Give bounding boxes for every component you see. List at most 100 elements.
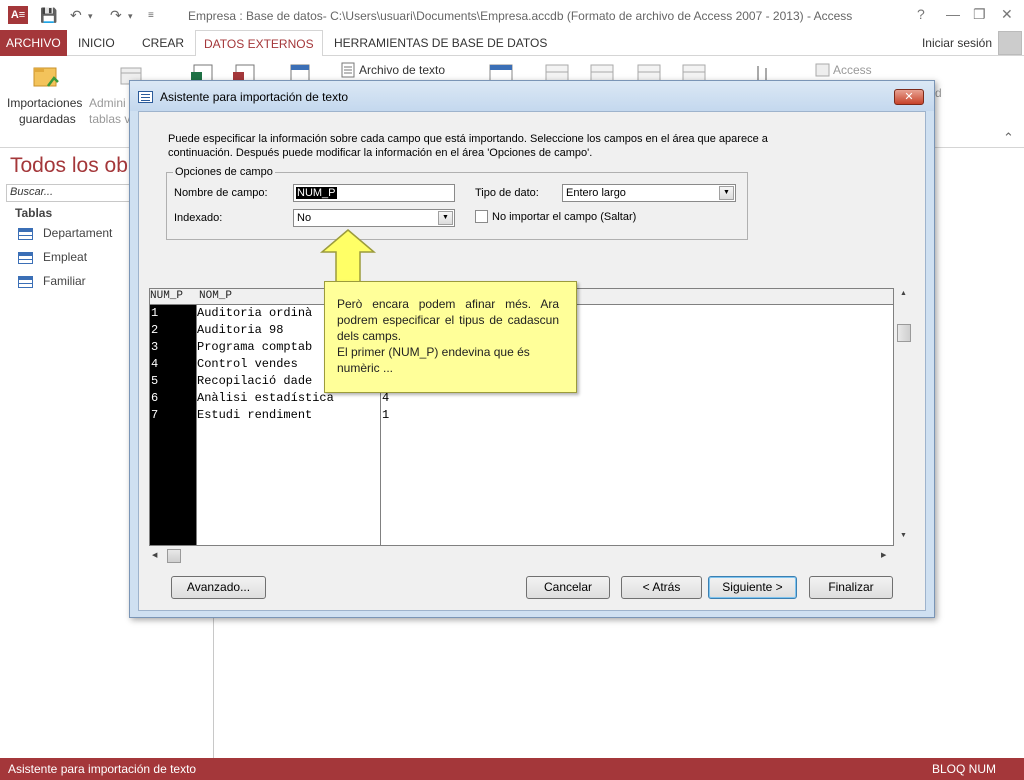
column-header-num-p[interactable]: NUM_P [150, 290, 183, 302]
scroll-thumb[interactable] [897, 324, 911, 342]
linked-table-manager-label-2: tablas v [89, 112, 131, 126]
cell-field3[interactable]: 1 [382, 407, 389, 424]
text-file-icon[interactable] [340, 62, 356, 78]
cell-num-p[interactable]: 2 [151, 322, 158, 339]
sign-in-link[interactable]: Iniciar sesión [922, 36, 992, 50]
dialog-title: Asistente para importación de texto [160, 90, 349, 104]
table-icon [18, 251, 33, 264]
indexed-select[interactable]: No ▼ [293, 209, 455, 227]
scroll-thumb[interactable] [167, 549, 181, 563]
cell-nom-p[interactable]: Auditoria 98 [197, 322, 283, 339]
callout-text: Però encara podem afinar més. Ara podrem… [337, 296, 559, 376]
cell-nom-p[interactable]: Recopilació dade [197, 373, 312, 390]
scroll-left-icon[interactable]: ◀ [152, 551, 157, 559]
skip-field-checkbox[interactable] [475, 210, 488, 223]
tab-external-data[interactable]: DATOS EXTERNOS [195, 30, 323, 57]
nav-item-label: Departament [43, 226, 113, 240]
cell-nom-p[interactable]: Programa comptab [197, 339, 312, 356]
nav-pane-title[interactable]: Todos los ob [10, 154, 128, 178]
nav-item-label: Empleat [43, 250, 88, 264]
access-export-icon [815, 63, 830, 77]
tab-home[interactable]: INICIO [70, 30, 123, 56]
avatar[interactable] [998, 31, 1022, 55]
field-options-legend: Opciones de campo [173, 166, 275, 178]
skip-field-label[interactable]: No importar el campo (Saltar) [492, 211, 636, 223]
cell-num-p[interactable]: 3 [151, 339, 158, 356]
back-button[interactable]: < Atrás [621, 576, 702, 599]
scroll-right-icon[interactable]: ▶ [881, 551, 886, 559]
cell-num-p[interactable]: 4 [151, 356, 158, 373]
saved-imports-icon[interactable] [32, 64, 60, 90]
redo-dropdown-icon[interactable]: ▾ [128, 11, 133, 22]
window-title: Empresa : Base de datos- C:\Users\usuari… [188, 9, 853, 23]
title-bar: A≡ 💾 ↶ ▾ ↷ ▾ ≡ Empresa : Base de datos- … [0, 0, 1024, 30]
table-icon [18, 275, 33, 288]
nav-item-label: Familiar [43, 274, 86, 288]
customize-toolbar-icon[interactable]: ≡ [148, 10, 154, 21]
help-button[interactable]: ? [917, 6, 925, 22]
preview-vertical-scrollbar[interactable]: ▲ ▼ [896, 290, 912, 548]
instructions: Puede especificar la información sobre c… [168, 132, 808, 160]
save-icon[interactable]: 💾 [40, 7, 57, 24]
indexed-value: No [297, 212, 312, 224]
indexed-label: Indexado: [174, 212, 223, 224]
instructions-line-2: continuación. Después puede modificar la… [168, 147, 593, 159]
num-lock-indicator: BLOQ NUM [931, 762, 996, 776]
minimize-button[interactable]: — [946, 6, 960, 22]
undo-dropdown-icon[interactable]: ▾ [88, 11, 93, 22]
tab-create[interactable]: CREAR [134, 30, 192, 56]
dialog-title-bar[interactable]: Asistente para importación de texto ✕ [130, 81, 934, 111]
cell-num-p[interactable]: 6 [151, 390, 158, 407]
field-options-group: Opciones de campo Nombre de campo: NUM_P… [166, 166, 748, 240]
chevron-down-icon[interactable]: ▼ [438, 211, 453, 225]
cell-nom-p[interactable]: Estudi rendiment [197, 407, 312, 424]
nav-group-tables[interactable]: Tablas [15, 206, 52, 220]
callout-arrow-up-icon [319, 229, 377, 284]
saved-imports-label-2[interactable]: guardadas [19, 112, 76, 127]
cell-nom-p[interactable]: Auditoria ordinà [197, 305, 312, 322]
cell-num-p[interactable]: 5 [151, 373, 158, 390]
callout-line-1: Però encara podem afinar més. Ara podrem… [337, 297, 559, 343]
scroll-up-icon[interactable]: ▲ [900, 290, 907, 297]
field-name-value: NUM_P [296, 187, 337, 199]
redo-icon[interactable]: ↷ [110, 7, 122, 24]
cell-nom-p[interactable]: Anàlisi estadística [197, 390, 334, 407]
ribbon-partial-label: d [935, 86, 942, 100]
data-type-value: Entero largo [566, 187, 626, 199]
cell-nom-p[interactable]: Control vendes [197, 356, 298, 373]
dialog-close-button[interactable]: ✕ [894, 89, 924, 105]
access-app-icon[interactable]: A≡ [8, 6, 28, 24]
scroll-down-icon[interactable]: ▼ [900, 532, 907, 539]
table-icon [18, 227, 33, 240]
close-window-button[interactable]: ✕ [1001, 6, 1013, 23]
tutorial-callout: Però encara podem afinar més. Ara podrem… [324, 281, 577, 393]
nav-item-departament[interactable]: Departament [18, 226, 112, 244]
text-file-button[interactable]: Archivo de texto [359, 63, 445, 78]
collapse-ribbon-icon[interactable]: ⌃ [1003, 130, 1014, 146]
restore-button[interactable]: ❐ [973, 6, 986, 23]
field-name-input[interactable]: NUM_P [293, 184, 455, 202]
ribbon-tabs: ARCHIVO INICIO CREAR DATOS EXTERNOS HERR… [0, 30, 1024, 57]
chevron-down-icon[interactable]: ▼ [719, 186, 734, 200]
cell-num-p[interactable]: 1 [151, 305, 158, 322]
status-bar: Asistente para importación de texto BLOQ… [0, 758, 1024, 780]
undo-icon[interactable]: ↶ [70, 7, 82, 24]
data-type-label: Tipo de dato: [475, 187, 539, 199]
nav-item-empleat[interactable]: Empleat [18, 250, 87, 268]
data-type-select[interactable]: Entero largo ▼ [562, 184, 736, 202]
instructions-line-1: Puede especificar la información sobre c… [168, 133, 768, 145]
wizard-icon [138, 91, 153, 103]
tab-file[interactable]: ARCHIVO [0, 30, 67, 56]
advanced-button[interactable]: Avanzado... [171, 576, 266, 599]
cancel-button[interactable]: Cancelar [526, 576, 610, 599]
next-button[interactable]: Siguiente > [708, 576, 797, 599]
nav-item-familiar[interactable]: Familiar [18, 274, 86, 292]
cell-num-p[interactable]: 7 [151, 407, 158, 424]
preview-horizontal-scrollbar[interactable]: ◀ ▶ [149, 548, 894, 564]
field-name-label: Nombre de campo: [174, 187, 268, 199]
saved-imports-label-1[interactable]: Importaciones [7, 96, 82, 111]
column-header-nom-p[interactable]: NOM_P [199, 290, 232, 302]
finish-button[interactable]: Finalizar [809, 576, 893, 599]
tab-database-tools[interactable]: HERRAMIENTAS DE BASE DE DATOS [326, 30, 555, 56]
linked-table-manager-label-1: Admini [89, 96, 126, 110]
